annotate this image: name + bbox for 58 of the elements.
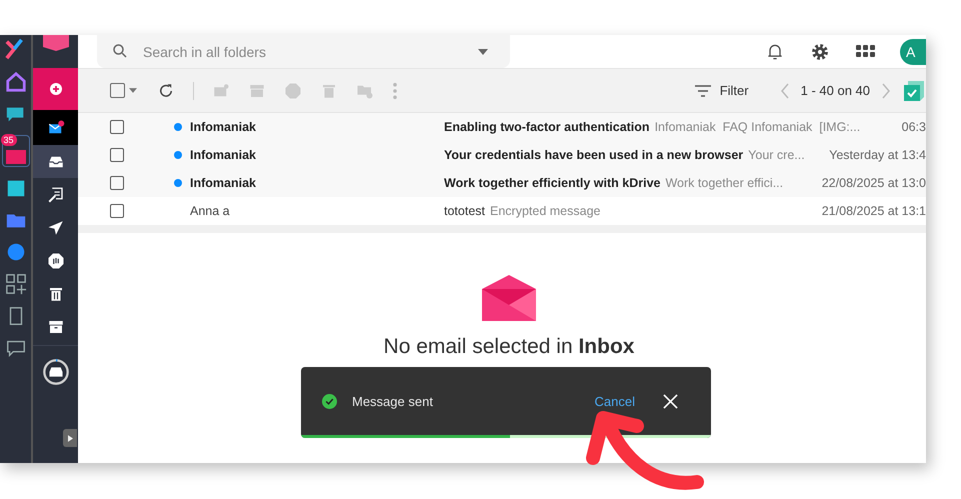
search-icon [111,42,129,60]
subject-text: tototest [444,204,485,218]
message-row[interactable]: Infomaniak Your credentials have been used in a new browser Your cre... Yesterday at 13:4 [78,141,926,169]
sent-icon [46,218,64,236]
cancel-link[interactable]: Cancel [594,394,635,408]
subject-text: Work together efficiently with kDrive [444,176,660,190]
drafts-icon [46,186,64,204]
row-checkbox[interactable] [110,120,124,134]
preview-text: Encrypted message [490,204,600,218]
row-checkbox[interactable] [110,148,124,162]
filter-button[interactable]: Filter [694,83,749,98]
unread-dot [174,179,182,187]
inbox-folder[interactable] [33,145,78,178]
caret-icon[interactable] [129,88,137,93]
envelope-icon [482,275,536,321]
search-field[interactable]: Search in all folders [97,35,510,68]
mail-icon [46,118,64,136]
settings-icon[interactable] [810,42,830,62]
empty-state-message: No email selected in Inbox [384,335,634,359]
compose-button[interactable] [33,68,78,110]
preview-text: Infomaniak FAQ Infomaniak [IMG:... [654,120,860,134]
caret-icon[interactable] [478,49,488,55]
count-badge: 35 [0,134,17,146]
sender-name: Anna a [190,204,231,218]
select-all-checkbox[interactable] [110,83,125,98]
add-apps-icon[interactable] [4,273,26,295]
sender-name: Infomaniak [190,176,257,190]
caret-icon [68,434,72,442]
unread-dot [174,151,182,159]
date-text: 21/08/2025 at 13:1 [820,204,926,218]
date-text: 22/08/2025 at 13:0 [820,176,926,190]
success-icon [322,394,337,408]
date-text: Yesterday at 13:4 [828,148,926,162]
close-icon[interactable] [663,394,678,408]
subject-text: Your credentials have been used in a new browser [444,148,744,162]
house-icon[interactable] [4,71,26,93]
storage-quota-icon[interactable] [42,358,70,386]
unread-dot [174,123,182,131]
date-text: 06:3 [900,120,926,134]
toast-message: Message sent [352,394,434,408]
sender-name: Infomaniak [190,148,257,162]
message-row[interactable]: Infomaniak Enabling two-factor authentication Infomaniak FAQ Infomaniak [IMG:... 06:3 [78,113,926,141]
pagination-text: 1 - 40 on 40 [800,83,870,98]
subject-text: Enabling two-factor authentication [444,120,650,134]
message-row[interactable]: Infomaniak Work together efficiently with kDrive Work together effici... 22/08/2025 at 13:0 [78,169,926,197]
sender-name: Infomaniak [190,120,257,134]
message-row[interactable]: Anna a tototest Encrypted message 21/08/2025 at 13:1 [78,197,926,225]
filter-icon [694,84,711,96]
mail-logo-icon[interactable] [40,35,70,51]
mail-app-button[interactable] [33,110,78,145]
row-checkbox[interactable] [110,176,124,190]
preview-text: Your cre... [748,148,805,162]
checked-folder-icon[interactable] [902,78,926,102]
preview-text: Work together effici... [665,176,784,190]
row-checkbox[interactable] [110,204,124,218]
expand-button[interactable] [63,429,77,447]
spam-icon [46,252,64,270]
refresh-icon[interactable] [157,82,175,100]
